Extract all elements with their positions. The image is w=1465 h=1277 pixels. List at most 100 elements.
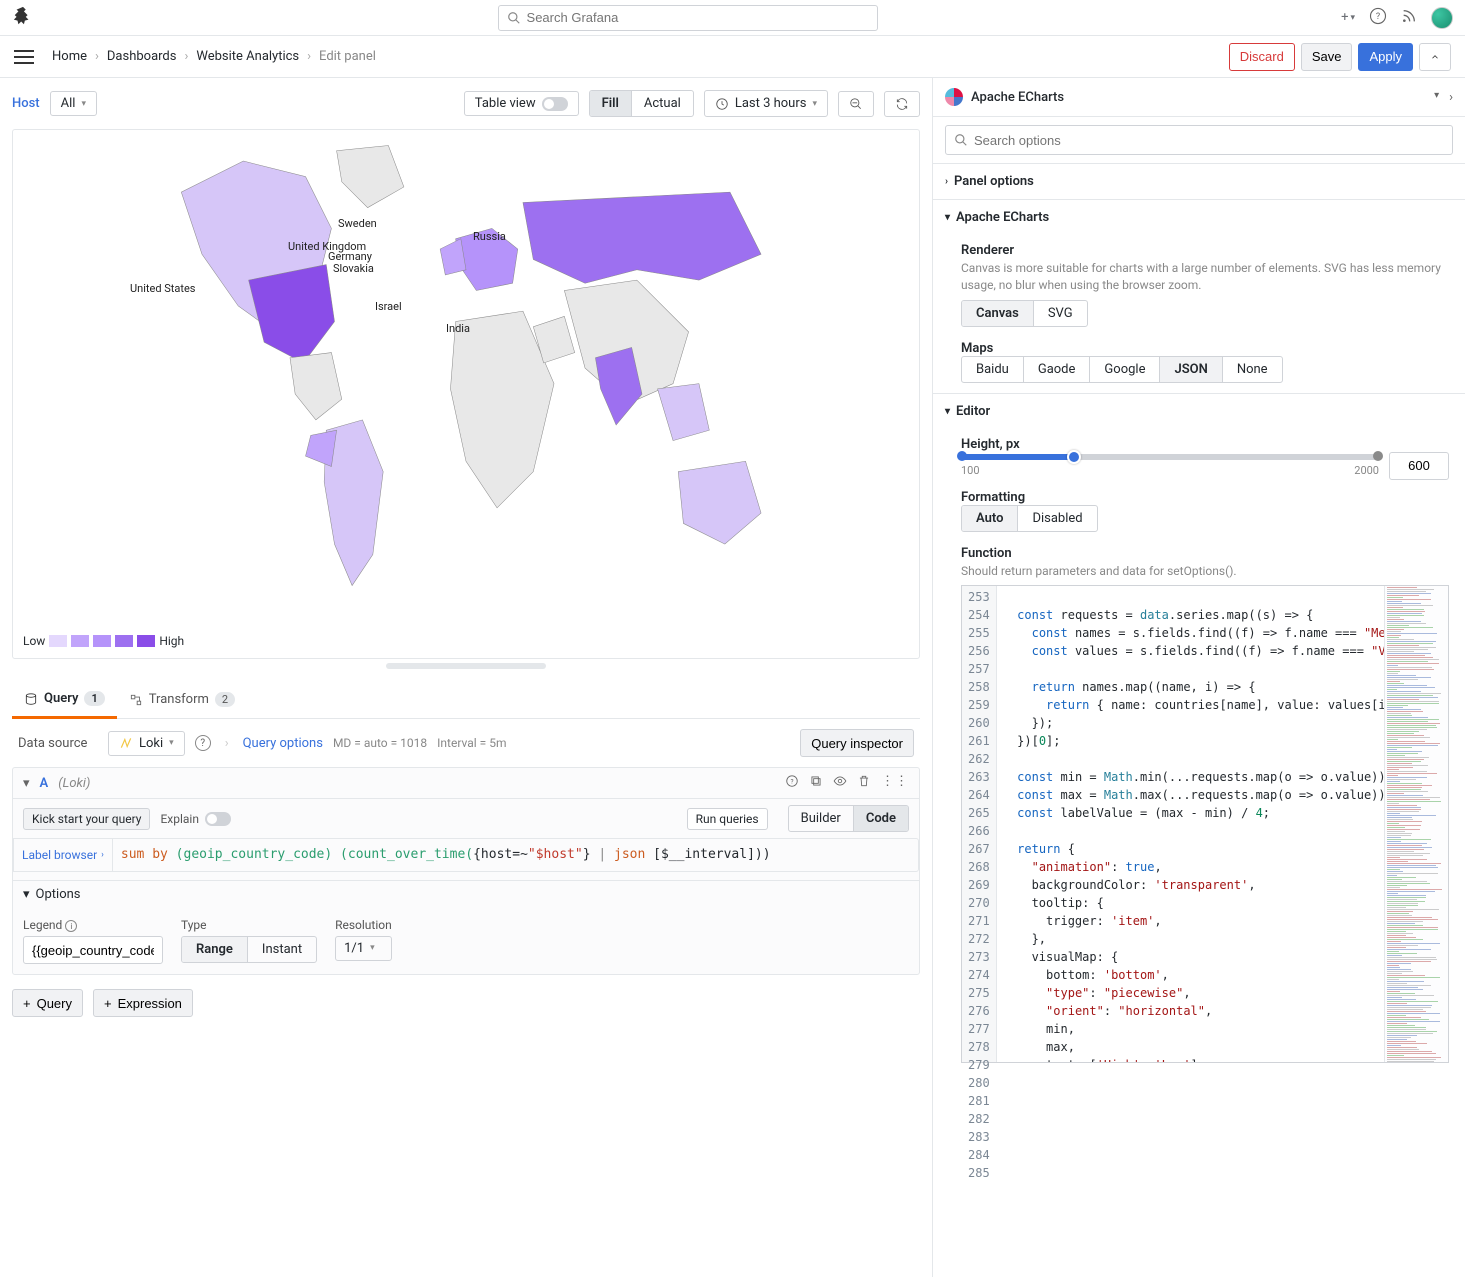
fill-actual-segment[interactable]: Fill Actual bbox=[589, 90, 694, 117]
user-avatar[interactable] bbox=[1431, 7, 1453, 29]
grafana-logo[interactable] bbox=[12, 5, 34, 31]
datasource-help-icon[interactable]: ? bbox=[195, 735, 211, 751]
query-interval-info: Interval = 5m bbox=[437, 736, 506, 750]
database-icon bbox=[24, 692, 38, 706]
zoom-out-button[interactable] bbox=[838, 91, 874, 117]
maps-google[interactable]: Google bbox=[1090, 357, 1160, 382]
maps-gaode[interactable]: Gaode bbox=[1024, 357, 1091, 382]
viz-picker-dropdown[interactable]: ▾ bbox=[1434, 90, 1439, 105]
tab-query[interactable]: Query 1 bbox=[12, 681, 117, 719]
options-search-input[interactable] bbox=[974, 133, 1444, 148]
refresh-icon bbox=[895, 97, 909, 111]
renderer-label: Renderer bbox=[961, 243, 1449, 258]
maps-segment[interactable]: Baidu Gaode Google JSON None bbox=[961, 356, 1283, 383]
breadcrumb: Home› Dashboards› Website Analytics› Edi… bbox=[52, 49, 376, 64]
maps-none[interactable]: None bbox=[1223, 357, 1282, 382]
map-visualization: Sweden United Kingdom Germany Slovakia I… bbox=[12, 129, 920, 659]
actual-option[interactable]: Actual bbox=[632, 91, 693, 116]
renderer-canvas[interactable]: Canvas bbox=[962, 301, 1034, 326]
query-drag-icon[interactable]: ⋮⋮ bbox=[881, 774, 909, 792]
crumb-home[interactable]: Home bbox=[52, 49, 87, 64]
function-code-editor[interactable]: 2532542552562572582592602612622632642652… bbox=[961, 585, 1449, 1063]
options-search[interactable] bbox=[945, 125, 1453, 155]
global-search[interactable] bbox=[498, 5, 878, 31]
table-view-toggle[interactable]: Table view bbox=[464, 91, 579, 116]
template-var-picker[interactable]: All▾ bbox=[50, 91, 97, 116]
help-icon[interactable]: ? bbox=[1369, 7, 1387, 29]
height-input[interactable] bbox=[1389, 452, 1449, 480]
query-row: ▾ A (Loki) ? ⋮⋮ Kick start your query Ex… bbox=[12, 767, 920, 975]
add-query-button[interactable]: +Query bbox=[12, 989, 83, 1017]
global-search-input[interactable] bbox=[527, 10, 869, 25]
function-desc: Should return parameters and data for se… bbox=[961, 563, 1449, 580]
datasource-label: Data source bbox=[18, 736, 98, 751]
crumb-dashboard[interactable]: Website Analytics bbox=[196, 49, 299, 64]
loki-query-editor[interactable]: sum by (geoip_country_code) (count_over_… bbox=[112, 838, 919, 872]
save-button[interactable]: Save bbox=[1301, 43, 1353, 71]
renderer-segment[interactable]: Canvas SVG bbox=[961, 300, 1088, 327]
time-range-picker[interactable]: Last 3 hours ▾ bbox=[704, 90, 828, 117]
formatting-label: Formatting bbox=[961, 490, 1449, 505]
builder-mode[interactable]: Builder bbox=[789, 806, 854, 831]
explain-toggle[interactable]: Explain bbox=[160, 812, 231, 826]
news-icon[interactable] bbox=[1401, 8, 1417, 28]
legend-label: Legend i bbox=[23, 918, 163, 933]
add-menu[interactable]: +▾ bbox=[1341, 10, 1355, 25]
crumb-dashboards[interactable]: Dashboards bbox=[107, 49, 177, 64]
query-row-toggle[interactable]: ▾ bbox=[23, 776, 30, 791]
echarts-section[interactable]: ▾Apache ECharts bbox=[933, 200, 1465, 235]
query-toggle-visible-icon[interactable] bbox=[833, 774, 847, 792]
svg-text:?: ? bbox=[790, 777, 793, 785]
discard-button[interactable]: Discard bbox=[1229, 43, 1295, 71]
kick-start-button[interactable]: Kick start your query bbox=[23, 808, 150, 830]
height-slider[interactable] bbox=[961, 454, 1379, 460]
add-expression-button[interactable]: +Expression bbox=[93, 989, 193, 1017]
crumb-editpanel: Edit panel bbox=[319, 49, 376, 64]
query-inspector-button[interactable]: Query inspector bbox=[800, 729, 914, 757]
type-label: Type bbox=[181, 918, 317, 932]
viz-type-picker[interactable]: Apache ECharts bbox=[971, 90, 1064, 105]
world-map-svg bbox=[13, 130, 919, 658]
maps-baidu[interactable]: Baidu bbox=[962, 357, 1024, 382]
query-help-icon[interactable]: ? bbox=[785, 774, 799, 792]
query-name[interactable]: A bbox=[40, 776, 49, 791]
transform-icon bbox=[129, 693, 143, 707]
type-range[interactable]: Range bbox=[182, 937, 248, 962]
search-icon bbox=[954, 133, 968, 147]
viz-picker-arrow[interactable]: › bbox=[1449, 90, 1453, 105]
legend-input[interactable] bbox=[23, 936, 163, 964]
map-legend: Low High bbox=[23, 634, 184, 648]
menu-toggle[interactable] bbox=[14, 50, 34, 64]
query-copy-icon[interactable] bbox=[809, 774, 823, 792]
query-md-info: MD = auto = 1018 bbox=[333, 736, 427, 750]
label-browser-button[interactable]: Label browser› bbox=[13, 838, 112, 872]
formatting-disabled[interactable]: Disabled bbox=[1018, 506, 1096, 531]
maps-json[interactable]: JSON bbox=[1160, 357, 1222, 382]
refresh-button[interactable] bbox=[884, 91, 920, 117]
panel-options-section[interactable]: ›Panel options bbox=[933, 164, 1465, 199]
query-options-toggle[interactable]: ▾Options bbox=[13, 881, 919, 908]
resolution-picker[interactable]: 1/1▾ bbox=[335, 936, 392, 961]
function-label: Function bbox=[961, 546, 1449, 561]
formatting-auto[interactable]: Auto bbox=[962, 506, 1018, 531]
query-delete-icon[interactable] bbox=[857, 774, 871, 792]
renderer-svg[interactable]: SVG bbox=[1034, 301, 1087, 326]
tab-transform[interactable]: Transform 2 bbox=[117, 681, 247, 718]
query-ds-hint: (Loki) bbox=[58, 776, 90, 791]
apply-button[interactable]: Apply bbox=[1358, 43, 1413, 71]
code-minimap[interactable] bbox=[1384, 586, 1448, 1062]
code-mode[interactable]: Code bbox=[854, 806, 908, 831]
editor-section[interactable]: ▾Editor bbox=[933, 394, 1465, 429]
formatting-segment[interactable]: Auto Disabled bbox=[961, 505, 1098, 532]
template-var-label: Host bbox=[12, 96, 40, 111]
type-instant[interactable]: Instant bbox=[248, 937, 316, 962]
panel-resize-handle[interactable] bbox=[386, 663, 546, 669]
datasource-picker[interactable]: Loki ▾ bbox=[108, 731, 185, 756]
collapse-button[interactable] bbox=[1419, 43, 1451, 71]
query-options-link[interactable]: Query options bbox=[243, 736, 323, 751]
echarts-logo-icon bbox=[945, 88, 963, 106]
zoom-out-icon bbox=[849, 97, 863, 111]
fill-option[interactable]: Fill bbox=[590, 91, 632, 116]
renderer-desc: Canvas is more suitable for charts with … bbox=[961, 260, 1449, 294]
run-queries-button[interactable]: Run queries bbox=[687, 808, 768, 830]
